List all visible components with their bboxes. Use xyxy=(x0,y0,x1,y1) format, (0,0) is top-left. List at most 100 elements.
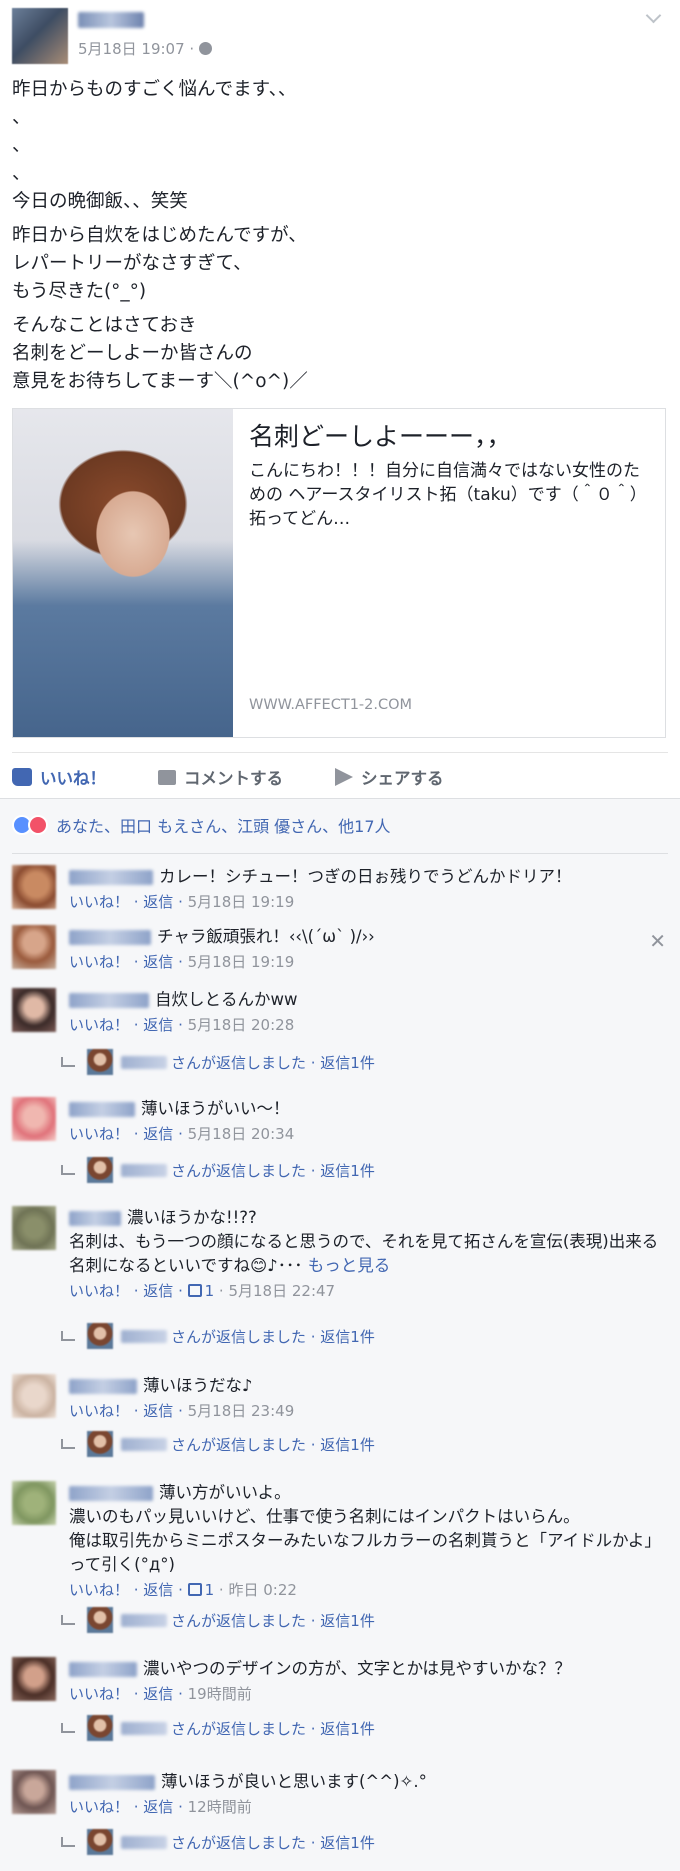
comment-actions: いいね！ · 返信 · 12時間前 xyxy=(69,1796,669,1818)
comment-like-count[interactable]: 1 xyxy=(205,1282,215,1300)
comment-content: 自炊しとるんかww いいね！ · 返信 · 5月18日 20:28 xyxy=(69,988,669,1036)
replier-avatar[interactable] xyxy=(87,1431,113,1457)
reply-summary[interactable]: さんが返信しました · 返信1件 xyxy=(57,1323,375,1349)
comment-action-links[interactable]: いいね！ · 返信 · xyxy=(69,1282,188,1300)
replier-name[interactable] xyxy=(121,1055,167,1069)
comment-action-links[interactable]: いいね！ · 返信 · xyxy=(69,1581,188,1599)
commenter-name[interactable] xyxy=(69,1102,135,1117)
post-paragraph: 昨日から自炊をはじめたんですが、 レパートリーがなさすぎて、 もう尽きた(°_°… xyxy=(12,225,307,302)
comment-time[interactable]: 5月18日 20:34 xyxy=(188,1125,295,1143)
reply-count[interactable]: さんが返信しました · 返信1件 xyxy=(171,1434,375,1455)
reply-arrow-icon xyxy=(61,1057,75,1067)
reply-summary[interactable]: さんが返信しました · 返信1件 xyxy=(57,1715,375,1741)
comment-content: 濃いほうかな!!?? 名刺は、もう一つの顔になると思うので、それを見て拓さんを宣… xyxy=(69,1206,669,1302)
commenter-name[interactable] xyxy=(69,930,151,945)
replier-name[interactable] xyxy=(121,1329,167,1343)
commenter-name[interactable] xyxy=(69,1486,153,1501)
reply-arrow-icon xyxy=(61,1723,75,1733)
comment-time[interactable]: 5月18日 20:28 xyxy=(188,1016,295,1034)
comment-content: 薄いほうが良いと思います(^^)✧.° いいね！ · 返信 · 12時間前 xyxy=(69,1770,669,1818)
comment-button[interactable]: コメントする xyxy=(158,765,283,789)
replier-name[interactable] xyxy=(121,1613,167,1627)
post-paragraph: 昨日からものすごく悩んでます、、 、 、 、 今日の晩御飯、、笑笑 xyxy=(12,79,297,212)
author-name[interactable] xyxy=(78,12,144,28)
replier-avatar[interactable] xyxy=(87,1829,113,1855)
comment-action-links[interactable]: いいね！ · 返信 · xyxy=(69,1016,188,1034)
comment-action-links[interactable]: いいね！ · 返信 · xyxy=(69,1402,188,1420)
commenter-avatar[interactable] xyxy=(12,1206,56,1250)
comment-action-links[interactable]: いいね！ · 返信 · xyxy=(69,893,188,911)
like-button[interactable]: いいね！ xyxy=(12,765,106,789)
reply-summary[interactable]: さんが返信しました · 返信1件 xyxy=(57,1157,375,1183)
comment-action-links[interactable]: いいね！ · 返信 · xyxy=(69,1685,188,1703)
comment-time[interactable]: 19時間前 xyxy=(188,1685,252,1703)
commenter-name[interactable] xyxy=(69,1662,137,1677)
commenter-avatar[interactable] xyxy=(12,925,56,969)
see-more-link[interactable]: もっと見る xyxy=(308,1256,391,1275)
commenter-avatar[interactable] xyxy=(12,1657,56,1701)
reply-count[interactable]: さんが返信しました · 返信1件 xyxy=(171,1718,375,1739)
comment-actions: いいね！ · 返信 · 1 · 5月18日 22:47 xyxy=(69,1280,669,1302)
replier-avatar[interactable] xyxy=(87,1607,113,1633)
replier-name[interactable] xyxy=(121,1835,167,1849)
link-title[interactable]: 名刺どーしよーーー，， xyxy=(249,417,512,453)
commenter-name[interactable] xyxy=(69,1379,137,1394)
comment-time[interactable]: · 5月18日 22:47 xyxy=(214,1282,335,1300)
comment-time[interactable]: 5月18日 23:49 xyxy=(188,1402,295,1420)
comment-action-links[interactable]: いいね！ · 返信 · xyxy=(69,1125,188,1143)
replier-name[interactable] xyxy=(121,1163,167,1177)
comment-content: カレー！シチュー！つぎの日ぉ残りでうどんかドリア！ いいね！ · 返信 · 5月… xyxy=(69,865,669,913)
reactions-summary[interactable]: あなた、田口 もえさん、江頭 優さん、他17人 xyxy=(12,813,391,837)
reply-summary[interactable]: さんが返信しました · 返信1件 xyxy=(57,1049,375,1075)
commenter-avatar[interactable] xyxy=(12,1374,56,1418)
replier-avatar[interactable] xyxy=(87,1715,113,1741)
reactions-text[interactable]: あなた、田口 もえさん、江頭 優さん、他17人 xyxy=(56,813,391,837)
commenter-avatar[interactable] xyxy=(12,1770,56,1814)
reply-count[interactable]: さんが返信しました · 返信1件 xyxy=(171,1326,375,1347)
commenter-avatar[interactable] xyxy=(12,1481,56,1525)
comment-content: 薄いほうだな♪ いいね！ · 返信 · 5月18日 23:49 xyxy=(69,1374,669,1422)
comment-time[interactable]: · 昨日 0:22 xyxy=(214,1581,297,1599)
reply-count[interactable]: さんが返信しました · 返信1件 xyxy=(171,1160,375,1181)
commenter-name[interactable] xyxy=(69,993,149,1008)
comment-action-links[interactable]: いいね！ · 返信 · xyxy=(69,953,188,971)
replier-name[interactable] xyxy=(121,1437,167,1451)
replier-avatar[interactable] xyxy=(87,1049,113,1075)
reply-count[interactable]: さんが返信しました · 返信1件 xyxy=(171,1832,375,1853)
comment-text: 薄いほうが良いと思います(^^)✧.° xyxy=(161,1772,427,1791)
replier-avatar[interactable] xyxy=(87,1323,113,1349)
comment-time[interactable]: 5月18日 19:19 xyxy=(188,953,295,971)
reply-arrow-icon xyxy=(61,1165,75,1175)
commenter-name[interactable] xyxy=(69,870,153,885)
reply-count[interactable]: さんが返信しました · 返信1件 xyxy=(171,1052,375,1073)
commenter-name[interactable] xyxy=(69,1211,121,1226)
reply-summary[interactable]: さんが返信しました · 返信1件 xyxy=(57,1607,375,1633)
comment-time[interactable]: 12時間前 xyxy=(188,1798,252,1816)
reply-summary[interactable]: さんが返信しました · 返信1件 xyxy=(57,1431,375,1457)
link-preview-image[interactable] xyxy=(13,409,233,737)
commenter-avatar[interactable] xyxy=(12,1097,56,1141)
reply-arrow-icon xyxy=(61,1331,75,1341)
reply-summary[interactable]: さんが返信しました · 返信1件 xyxy=(57,1829,375,1855)
like-count-icon xyxy=(187,1284,202,1297)
link-preview-card[interactable]: 名刺どーしよーーー，， こんにちわ！！！自分に自信満々ではない女性のための ヘア… xyxy=(12,408,666,738)
comment-content: 濃いやつのデザインの方が、文字とかは見やすいかな？？ いいね！ · 返信 · 1… xyxy=(69,1657,669,1705)
commenter-avatar[interactable] xyxy=(12,988,56,1032)
post-timestamp[interactable]: 5月18日 19:07 · xyxy=(78,38,194,59)
share-button[interactable]: シェアする xyxy=(335,765,444,789)
reply-count[interactable]: さんが返信しました · 返信1件 xyxy=(171,1610,375,1631)
link-domain: WWW.AFFECT1-2.COM xyxy=(249,697,413,713)
commenter-avatar[interactable] xyxy=(12,865,56,909)
replier-avatar[interactable] xyxy=(87,1157,113,1183)
comments-section: あなた、田口 もえさん、江頭 優さん、他17人 ✕ カレー！シチュー！つぎの日ぉ… xyxy=(0,798,680,1871)
comment-time[interactable]: 5月18日 19:19 xyxy=(188,893,295,911)
comment-like-count[interactable]: 1 xyxy=(205,1581,215,1599)
comment-actions: いいね！ · 返信 · 5月18日 19:19 xyxy=(69,951,669,973)
chevron-down-icon[interactable] xyxy=(646,10,660,24)
commenter-name[interactable] xyxy=(69,1775,155,1790)
replier-name[interactable] xyxy=(121,1721,167,1735)
comment-content: 薄い方がいいよ。 濃いのもパッ見いいけど、仕事で使う名刺にはインパクトはいらん。… xyxy=(69,1481,669,1601)
comment-content: 薄いほうがいい〜！ いいね！ · 返信 · 5月18日 20:34 xyxy=(69,1097,669,1145)
author-avatar[interactable] xyxy=(12,8,68,64)
comment-action-links[interactable]: いいね！ · 返信 · xyxy=(69,1798,188,1816)
